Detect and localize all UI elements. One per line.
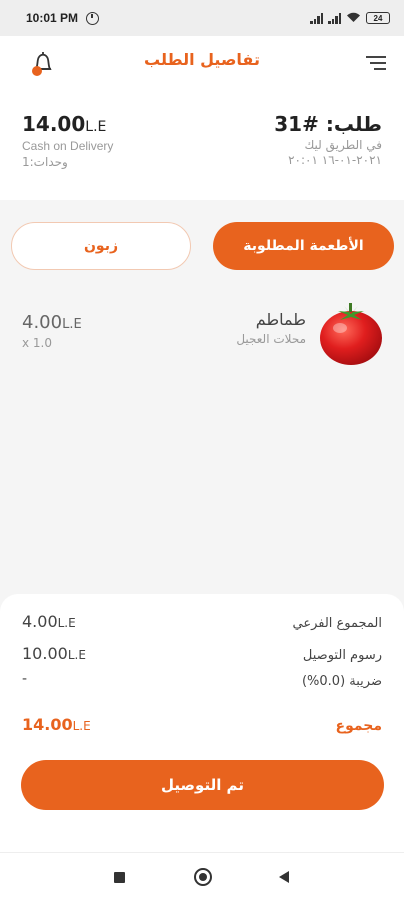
item-name: طماطم [255, 310, 306, 329]
home-icon[interactable] [194, 868, 212, 886]
tab-ordered-items[interactable]: الأطعمة المطلوبة [213, 222, 394, 270]
currency-label: L.E [62, 317, 82, 332]
units-count: وحدات:1 [22, 155, 68, 169]
back-icon[interactable] [279, 871, 289, 883]
mark-delivered-button[interactable]: تم التوصيل [21, 760, 384, 810]
alarm-icon [86, 11, 100, 25]
order-total: 14.00L.E [22, 112, 106, 136]
item-price: 4.00L.E [22, 312, 82, 333]
item-quantity: x 1.0 [22, 336, 52, 350]
total-label: مجموع [335, 718, 382, 734]
order-status: في الطريق ليك [304, 138, 382, 152]
order-number: طلب: #31 [274, 112, 382, 136]
order-date: ٢٠٢١-٠١-١٦ ٢٠:٠١ [288, 153, 382, 167]
delivery-fee-value: 10.00L.E [22, 644, 86, 663]
subtotal-label: المجموع الفرعي [292, 616, 382, 631]
page-title: تفاصيل الطلب [144, 50, 260, 69]
item-store: محلات العجيل [236, 332, 306, 346]
tax-label: ضريبة (0.0%) [301, 674, 382, 689]
total-value: 14.00L.E [22, 715, 91, 734]
subtotal-value: 4.00L.E [22, 612, 76, 631]
currency-label: L.E [72, 719, 91, 733]
currency-label: L.E [85, 119, 107, 135]
tab-customer[interactable]: زبون [11, 222, 191, 270]
menu-icon[interactable] [366, 56, 386, 72]
tomato-image [318, 298, 384, 366]
wifi-icon [346, 11, 361, 26]
signal-icon [328, 12, 341, 24]
battery-icon: 24 [366, 12, 390, 24]
currency-label: L.E [57, 616, 76, 630]
totals-card: المجموع الفرعي 4.00L.E رسوم التوصيل 10.0… [0, 594, 404, 852]
list-item: طماطم محلات العجيل 4.00L.E x 1.0 [0, 292, 404, 372]
tax-value: - [22, 671, 28, 687]
total-amount: 14.00 [22, 715, 73, 734]
subtotal-amount: 4.00 [22, 612, 58, 631]
delivery-fee-label: رسوم التوصيل [302, 648, 382, 663]
order-summary: طلب: #31 في الطريق ليك ٢٠٢١-٠١-١٦ ٢٠:٠١ … [0, 100, 404, 200]
status-time: 10:01 PM [26, 11, 79, 25]
system-nav-bar [0, 852, 404, 900]
order-total-amount: 14.00 [22, 112, 86, 136]
payment-method: Cash on Delivery [22, 139, 114, 153]
status-bar: 10:01 PM 24 [0, 0, 404, 36]
status-icons: 24 [310, 11, 390, 26]
recents-icon[interactable] [114, 872, 125, 883]
item-price-amount: 4.00 [22, 312, 63, 333]
app-header: تفاصيل الطلب [0, 36, 404, 100]
delivery-fee-amount: 10.00 [22, 644, 68, 663]
signal-icon [310, 12, 323, 24]
currency-label: L.E [67, 648, 86, 662]
